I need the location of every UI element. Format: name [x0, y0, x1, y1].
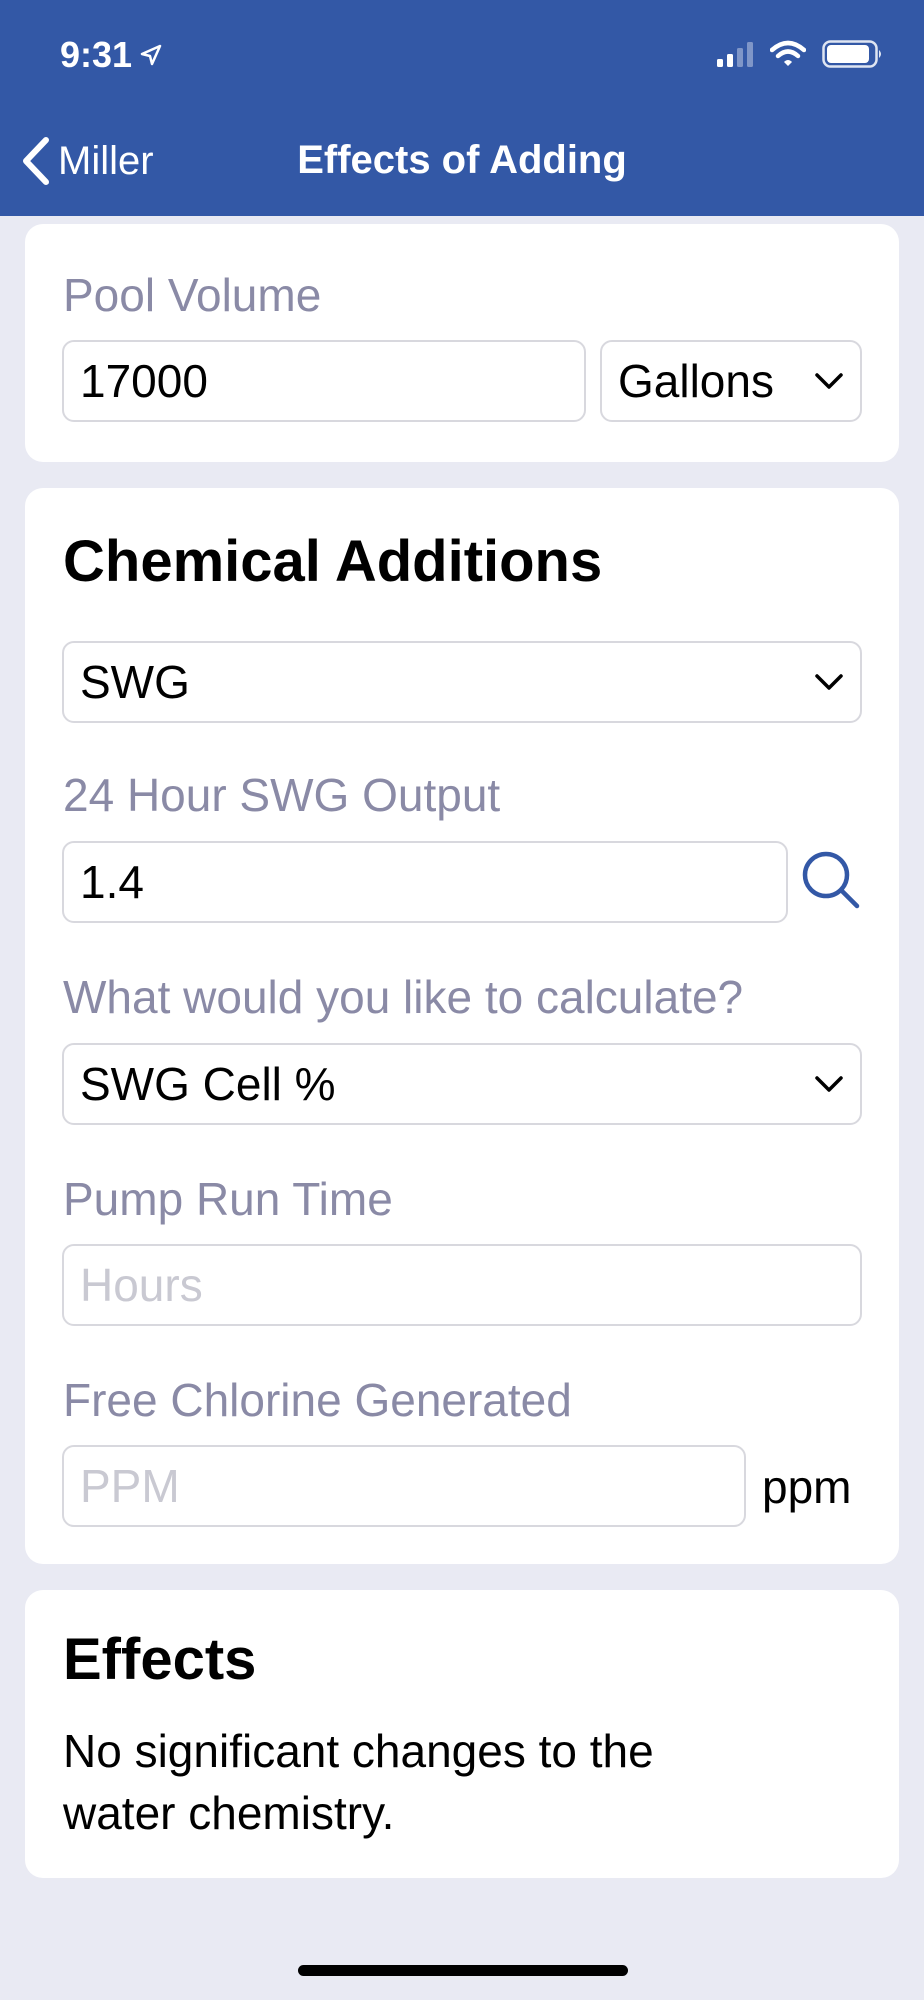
chevron-down-icon	[815, 1076, 843, 1092]
chevron-down-icon	[815, 674, 843, 690]
chevron-down-icon	[815, 373, 843, 389]
chemical-additions-card: Chemical Additions SWG 24 Hour SWG Outpu…	[25, 488, 899, 1564]
effects-card: Effects No significant changes to the wa…	[25, 1590, 899, 1878]
wifi-icon	[770, 40, 806, 66]
battery-icon	[822, 40, 881, 68]
page-title: Effects of Adding	[297, 138, 627, 182]
swg-output-label: 24 Hour SWG Output	[63, 769, 501, 821]
volume-unit-value: Gallons	[618, 355, 774, 407]
status-time: 9:31	[60, 34, 162, 76]
swg-output-value: 1.4	[80, 856, 144, 908]
effects-text-line1: No significant changes to the	[63, 1725, 654, 1777]
calculate-select[interactable]: SWG Cell %	[62, 1043, 862, 1125]
pool-volume-card: Pool Volume 17000 Gallons	[25, 224, 899, 462]
effects-text-line2: water chemistry.	[63, 1787, 395, 1839]
status-time-text: 9:31	[60, 34, 133, 75]
pump-run-time-label: Pump Run Time	[63, 1173, 393, 1225]
location-arrow-icon	[140, 44, 162, 66]
free-chlorine-label: Free Chlorine Generated	[63, 1374, 572, 1426]
pool-volume-label: Pool Volume	[63, 269, 322, 321]
pump-run-time-placeholder: Hours	[80, 1259, 203, 1311]
free-chlorine-unit: ppm	[762, 1461, 852, 1513]
status-icons	[716, 40, 884, 68]
effects-text: No significant changes to the water chem…	[63, 1720, 654, 1844]
pump-run-time-input[interactable]: Hours	[62, 1244, 862, 1326]
swg-output-input[interactable]: 1.4	[62, 841, 788, 923]
chemical-select-value: SWG	[80, 656, 190, 708]
search-icon[interactable]	[799, 848, 863, 912]
calculate-label: What would you like to calculate?	[63, 971, 744, 1023]
free-chlorine-placeholder: PPM	[80, 1460, 180, 1512]
chemical-additions-title: Chemical Additions	[63, 529, 603, 594]
cellular-signal-icon	[717, 42, 753, 67]
nav-header: 9:31 Miller Effects of Adding	[0, 0, 924, 216]
pool-volume-value: 17000	[80, 355, 208, 407]
pool-volume-input[interactable]: 17000	[62, 340, 586, 422]
free-chlorine-input[interactable]: PPM	[62, 1445, 746, 1527]
effects-title: Effects	[63, 1627, 257, 1692]
chemical-select[interactable]: SWG	[62, 641, 862, 723]
home-indicator[interactable]	[298, 1965, 628, 1976]
volume-unit-select[interactable]: Gallons	[600, 340, 862, 422]
calculate-select-value: SWG Cell %	[80, 1058, 336, 1110]
